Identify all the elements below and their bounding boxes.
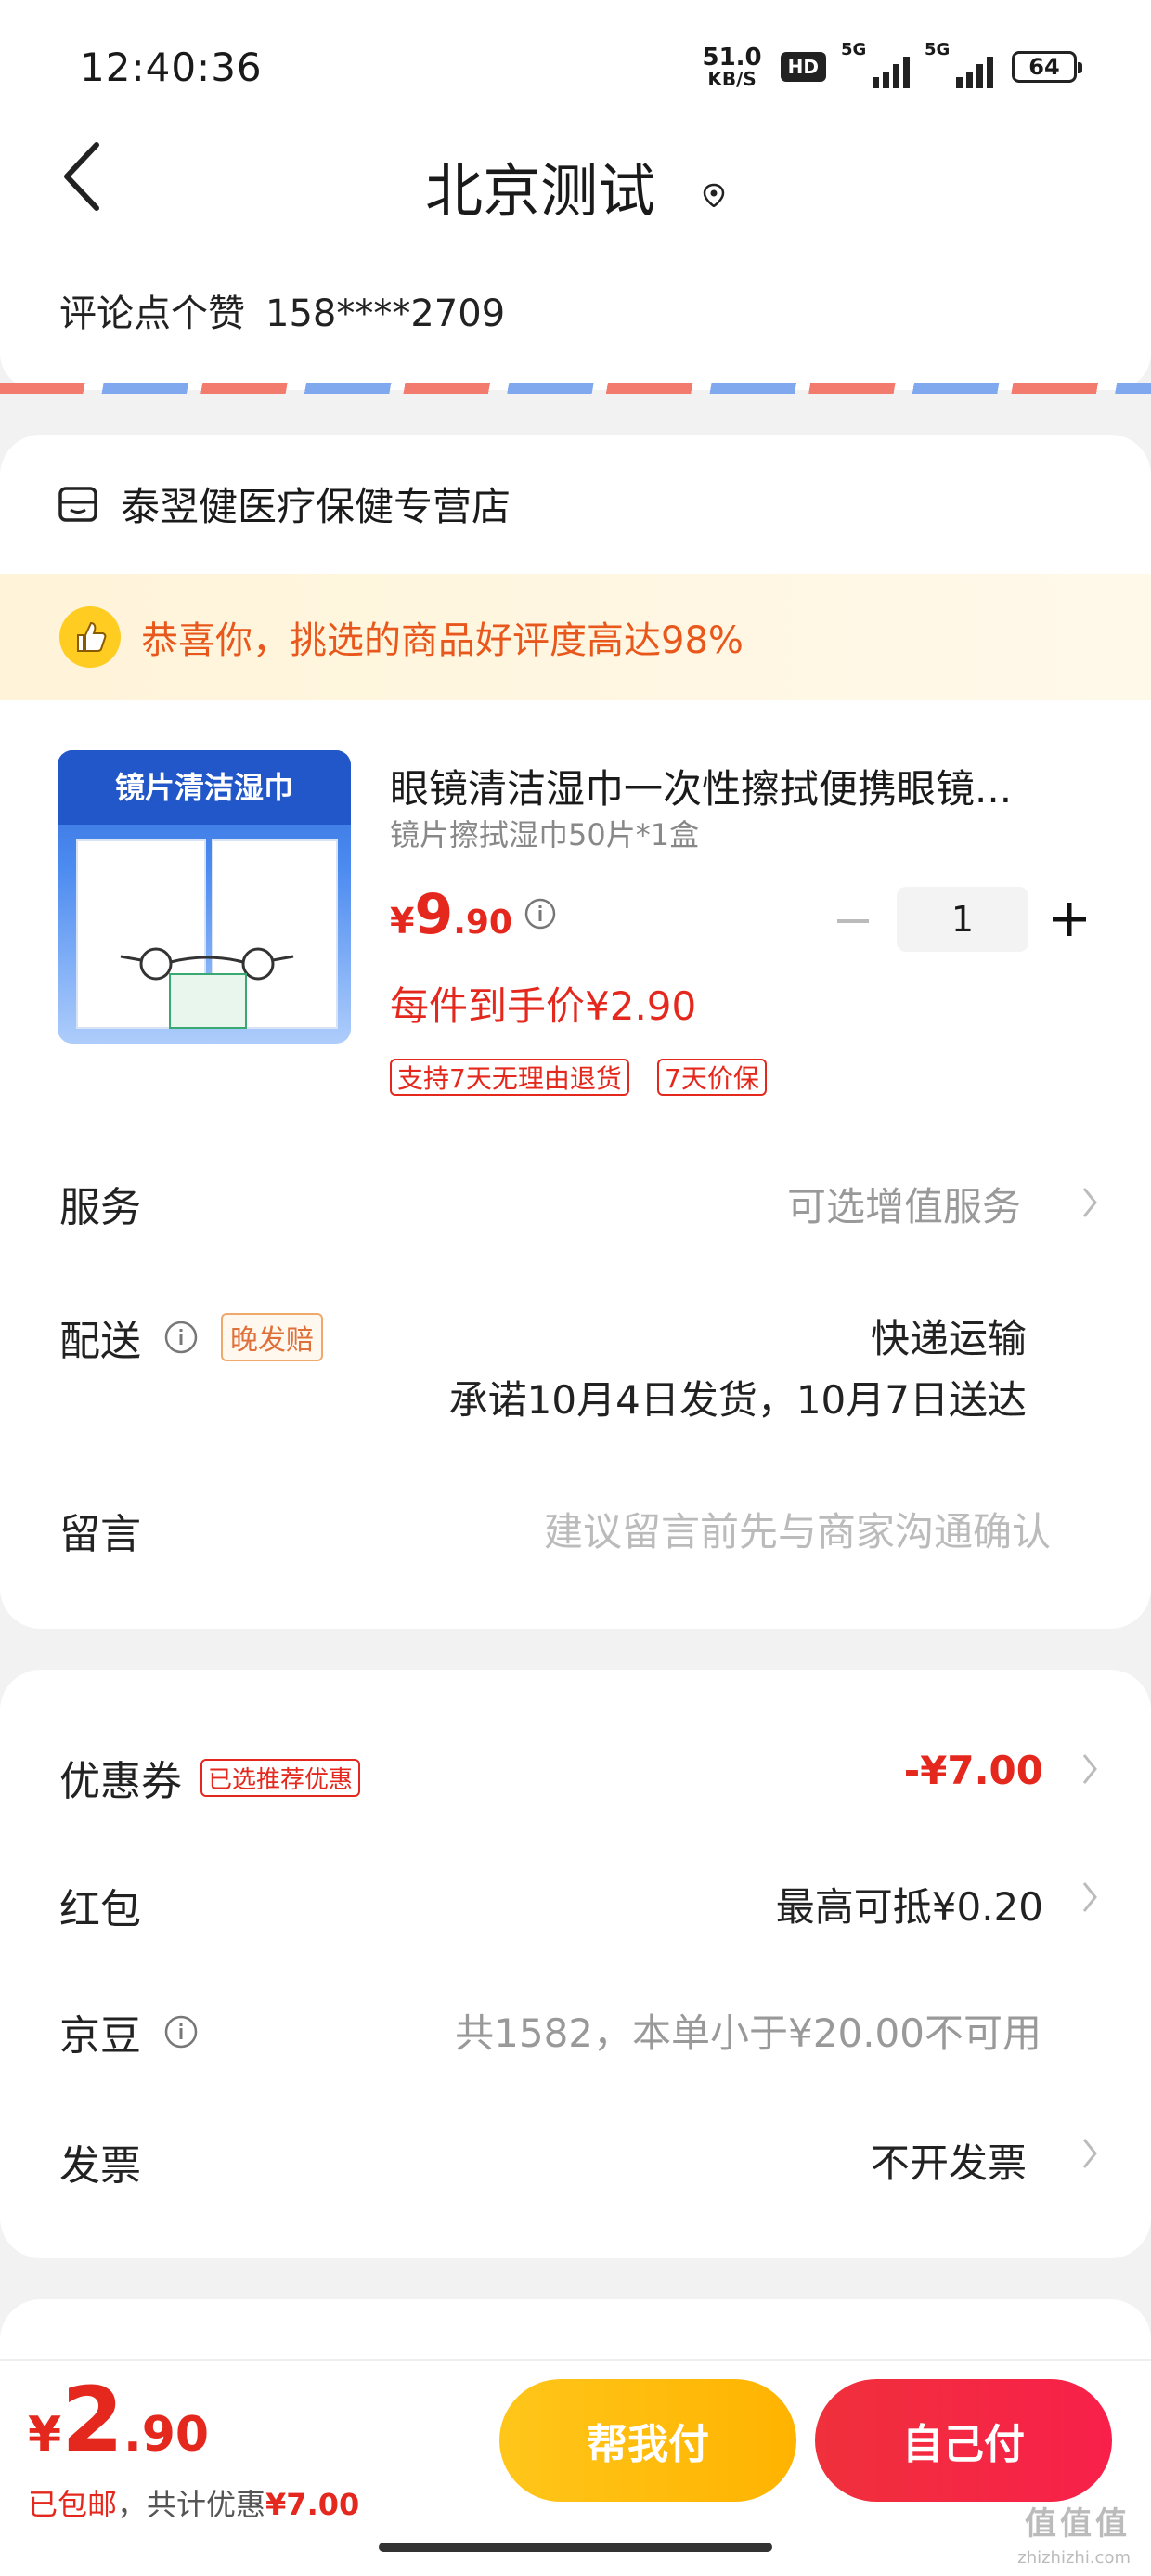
invoice-value[interactable]: 不开发票 bbox=[871, 2132, 1027, 2189]
delivery-promise: 承诺10月4日发货，10月7日送达 bbox=[448, 1377, 1027, 1423]
shop-header[interactable]: 泰翌健医疗保健专营店 bbox=[58, 475, 511, 532]
signal-icon-2: 5G bbox=[925, 40, 993, 88]
delivery-info-icon[interactable] bbox=[163, 1320, 199, 1355]
home-indicator[interactable] bbox=[379, 2543, 772, 2552]
product-spec[interactable]: 镜片擦拭湿巾50片*1盒 bbox=[390, 812, 699, 854]
self-pay-button[interactable]: 自己付 bbox=[815, 2379, 1112, 2502]
redpacket-value[interactable]: 最高可抵¥0.20 bbox=[776, 1876, 1043, 1932]
invoice-label: 发票 bbox=[59, 2142, 141, 2190]
jingdou-info-icon[interactable] bbox=[163, 2014, 199, 2049]
product-title[interactable]: 眼镜清洁湿巾一次性擦拭便携眼镜... bbox=[390, 758, 1067, 814]
location-pin-icon bbox=[703, 183, 725, 207]
total-summary: 已包邮，共计优惠¥7.00 bbox=[28, 2487, 360, 2522]
jingdou-row: 京豆 bbox=[59, 2002, 199, 2062]
quantity-plus-button[interactable] bbox=[1053, 903, 1086, 936]
recipient-title[interactable]: 北京测试 bbox=[0, 144, 1151, 228]
quantity-minus-button[interactable] bbox=[837, 919, 869, 923]
rating-banner: 恭喜你，挑选的商品好评度高达98% bbox=[0, 574, 1151, 700]
return-policy-tag: 支持7天无理由退货 bbox=[390, 1059, 629, 1096]
redpacket-label: 红包 bbox=[59, 1886, 141, 1933]
rating-banner-text: 恭喜你，挑选的商品好评度高达98% bbox=[141, 619, 744, 662]
coupon-value[interactable]: -¥7.00 bbox=[904, 1748, 1043, 1793]
jingdou-value: 共1582，本单小于¥20.00不可用 bbox=[455, 2010, 1041, 2056]
watermark-url: zhizhizhi.com bbox=[1017, 2548, 1131, 2568]
redpacket-chevron-icon[interactable] bbox=[1080, 1880, 1099, 1915]
delivery-method[interactable]: 快递运输 bbox=[871, 1308, 1027, 1364]
delivery-row: 配送 晚发赔 bbox=[59, 1308, 323, 1367]
address-line[interactable]: 评论点个赞 158****2709 bbox=[59, 283, 505, 337]
total-price: ¥2.90 bbox=[28, 2368, 210, 2472]
thumbs-up-icon bbox=[59, 606, 121, 668]
price-protect-tag: 7天价保 bbox=[657, 1059, 767, 1096]
net-speed: 51.0 KB/S bbox=[702, 44, 762, 90]
status-time: 12:40:36 bbox=[80, 45, 263, 90]
help-pay-button[interactable]: 帮我付 bbox=[499, 2379, 796, 2502]
service-label: 服务 bbox=[59, 1184, 141, 1231]
coupon-badge: 已选推荐优惠 bbox=[200, 1758, 361, 1797]
airmail-stripe bbox=[0, 383, 1151, 394]
hd-icon: HD bbox=[780, 52, 826, 82]
unit-price: 每件到手价¥2.90 bbox=[390, 983, 697, 1029]
price-info-icon[interactable] bbox=[524, 897, 557, 930]
product-price: ¥9.90 bbox=[390, 882, 512, 947]
service-value[interactable]: 可选增值服务 bbox=[787, 1176, 1021, 1232]
late-compensation-badge: 晚发赔 bbox=[221, 1313, 323, 1361]
wipe-packet bbox=[169, 973, 247, 1029]
watermark: 值值值 bbox=[1025, 2505, 1131, 2543]
product-image-label: 镜片清洁湿巾 bbox=[58, 750, 351, 825]
coupon-label: 优惠券 bbox=[59, 1758, 182, 1805]
chevron-right-icon[interactable] bbox=[1080, 1185, 1099, 1220]
invoice-chevron-icon[interactable] bbox=[1080, 2136, 1099, 2171]
message-label: 留言 bbox=[59, 1511, 141, 1558]
jingdou-label: 京豆 bbox=[59, 2012, 141, 2060]
shop-icon bbox=[58, 486, 97, 522]
signal-icon: 5G bbox=[841, 40, 910, 88]
coupon-chevron-icon[interactable] bbox=[1080, 1751, 1099, 1787]
status-icons: 51.0 KB/S HD 5G 5G 64 bbox=[702, 40, 1082, 93]
coupon-row: 优惠券 已选推荐优惠 bbox=[59, 1748, 361, 1807]
product-image[interactable]: 镜片清洁湿巾 bbox=[58, 750, 351, 1044]
delivery-label: 配送 bbox=[59, 1318, 141, 1365]
message-input[interactable]: 建议留言前先与商家沟通确认 bbox=[544, 1501, 1051, 1557]
quantity-input[interactable]: 1 bbox=[897, 887, 1028, 952]
battery-icon: 64 bbox=[1012, 51, 1082, 83]
shop-name: 泰翌健医疗保健专营店 bbox=[121, 484, 511, 529]
